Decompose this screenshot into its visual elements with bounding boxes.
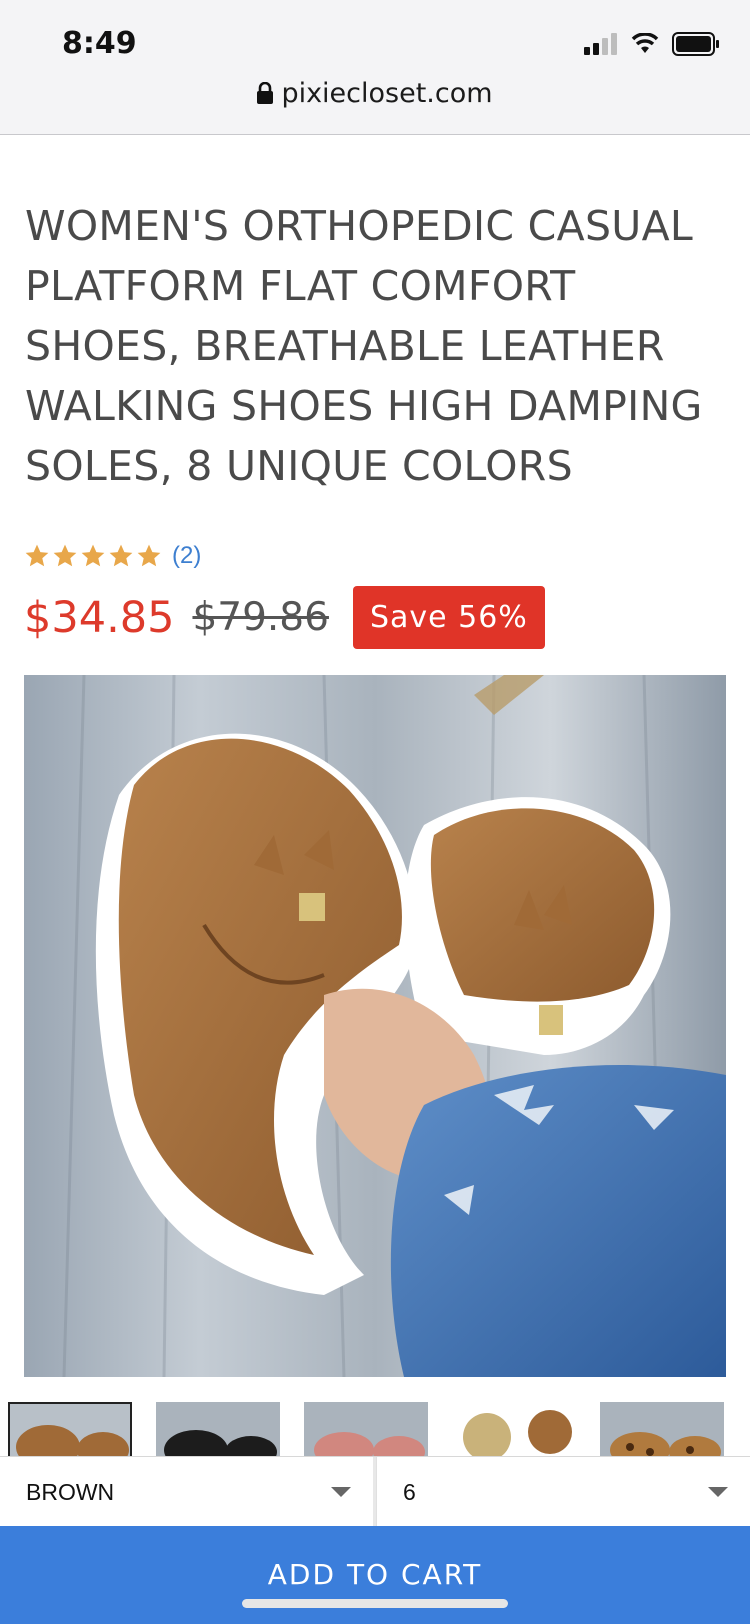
status-time: 8:49 xyxy=(62,26,137,61)
star-icon xyxy=(81,544,105,567)
thumbnail-leopard[interactable] xyxy=(600,1402,724,1458)
wifi-icon xyxy=(631,33,659,53)
add-to-cart-button[interactable]: ADD TO CART xyxy=(0,1526,750,1624)
thumbnail-brown[interactable] xyxy=(8,1402,132,1458)
chevron-down-icon xyxy=(708,1487,728,1497)
original-price: $79.86 xyxy=(192,595,329,640)
product-title: WOMEN'S ORTHOPEDIC CASUAL PLATFORM FLAT … xyxy=(25,202,703,490)
variant-selectors: BROWN 6 xyxy=(0,1456,750,1527)
browser-top-bar: 8:49 pixiecloset.com xyxy=(0,0,750,135)
chevron-down-icon xyxy=(331,1487,351,1497)
price-row: $34.85 $79.86 Save 56% xyxy=(24,586,545,649)
star-icon xyxy=(137,544,161,567)
url-bar[interactable]: pixiecloset.com xyxy=(0,78,750,111)
status-icons xyxy=(584,32,720,56)
thumbnail-details[interactable] xyxy=(452,1402,576,1458)
thumbnail-black[interactable] xyxy=(156,1402,280,1458)
home-indicator xyxy=(242,1599,508,1608)
thumbnail-strip xyxy=(8,1402,750,1458)
size-select[interactable]: 6 xyxy=(376,1457,750,1527)
signal-icon xyxy=(584,33,617,55)
battery-icon xyxy=(672,32,719,56)
lock-icon xyxy=(257,80,274,111)
color-select-value: BROWN xyxy=(26,1478,115,1505)
size-select-value: 6 xyxy=(403,1478,416,1505)
sale-price: $34.85 xyxy=(24,592,175,643)
star-icon xyxy=(25,544,49,567)
review-count-link[interactable]: (2) xyxy=(172,542,201,570)
save-badge: Save 56% xyxy=(352,586,545,649)
thumbnail-pink[interactable] xyxy=(304,1402,428,1458)
product-rating[interactable]: (2) xyxy=(24,542,201,570)
color-select[interactable]: BROWN xyxy=(0,1457,376,1527)
product-image[interactable] xyxy=(24,675,726,1377)
star-icon xyxy=(109,544,133,567)
star-icon xyxy=(53,544,77,567)
url-text: pixiecloset.com xyxy=(281,78,493,109)
